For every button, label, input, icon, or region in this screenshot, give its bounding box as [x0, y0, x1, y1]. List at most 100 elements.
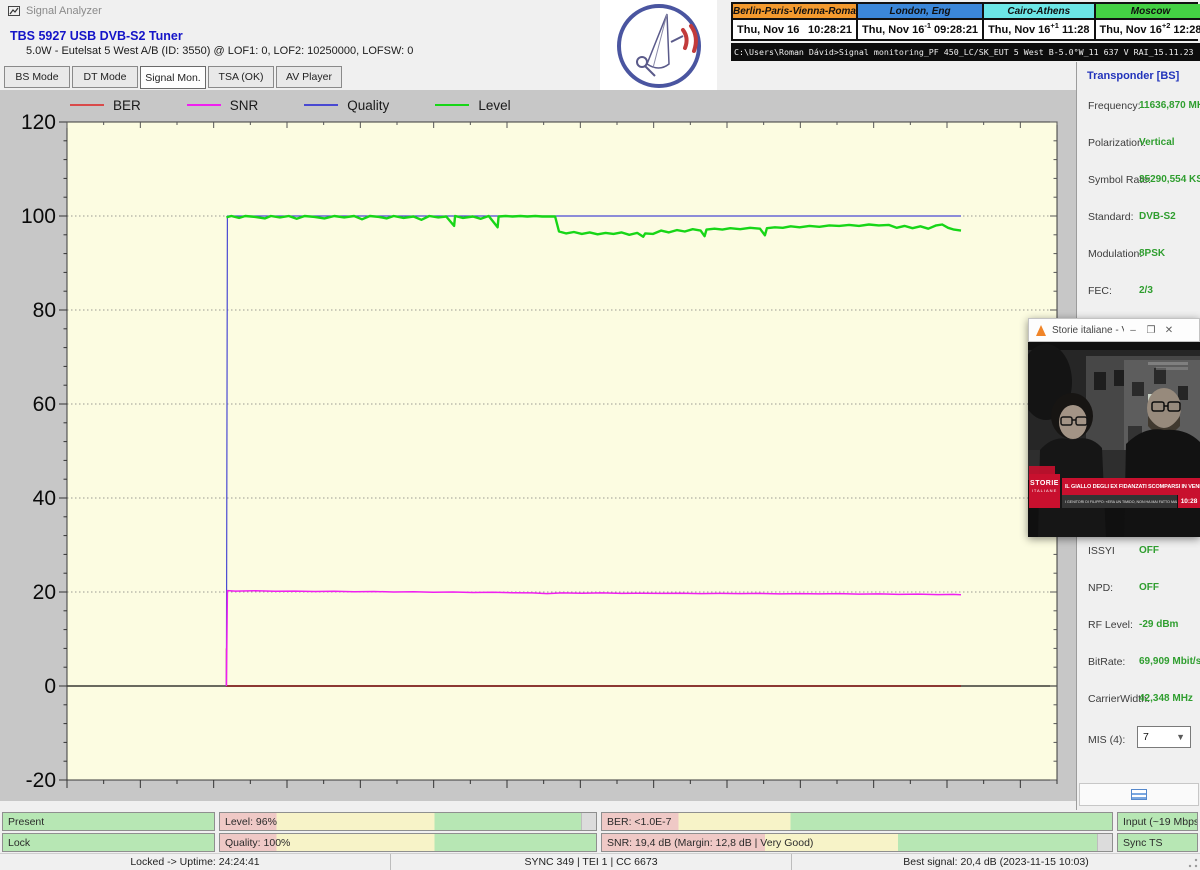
clock-time-row: Thu, Nov 1610:28:21	[733, 20, 856, 39]
y-axis-label: 40	[33, 487, 56, 510]
sidebar-row: BitRate: 69,909 Mbit/s	[1077, 656, 1200, 670]
sidebar-row-value: OFF	[1139, 545, 1159, 556]
clock-berlin-paris-vienna-roma: Berlin-Paris-Vienna-RomaThu, Nov 1610:28…	[733, 4, 856, 39]
sidebar-row-value: 11636,870 MHz	[1139, 100, 1200, 111]
sidebar-row: CarrierWidth:42,348 MHz	[1077, 693, 1200, 707]
ticker-time: 10:28	[1178, 495, 1200, 508]
meter-level: Level: 96%	[219, 812, 597, 831]
sidebar-row-label: Modulation:	[1088, 248, 1142, 260]
clock-cairo-athens: Cairo-AthensThu, Nov 16+111:28	[984, 4, 1093, 39]
clock-city-label: Berlin-Paris-Vienna-Roma	[733, 4, 856, 20]
meter-ber: BER: <1.0E-7	[601, 812, 1113, 831]
meter-label: Input (~19 Mbps)	[1123, 816, 1198, 828]
clock-utc-offset: +1	[1050, 21, 1059, 30]
sidebar-row: FEC: 2/3	[1077, 285, 1200, 299]
vlc-window: Storie italiane - VL... – ❐ ✕	[1028, 318, 1200, 537]
satellite-dish-logo-icon	[609, 2, 709, 90]
sidebar-row-value: 2/3	[1139, 285, 1153, 296]
window-titlebar[interactable]: Signal Analyzer	[0, 0, 600, 26]
vlc-cone-icon	[1036, 325, 1046, 336]
clock-city-label: Moscow	[1096, 4, 1200, 20]
sidebar-row-label: RF Level:	[1088, 619, 1133, 631]
y-axis-label: 80	[33, 299, 56, 322]
sidebar-title: Transponder [BS]	[1087, 70, 1179, 82]
sidebar-bottom-button[interactable]	[1079, 783, 1199, 806]
sidebar-row-label: Polarization:	[1088, 137, 1146, 149]
clock-time-row: Thu, Nov 16+111:28	[984, 20, 1093, 39]
statusbar-section: Locked -> Uptime: 24:24:41	[0, 854, 391, 870]
tuner-details: 5.0W - Eutelsat 5 West A/B (ID: 3550) @ …	[26, 45, 413, 57]
clock-date: Thu, Nov 16	[862, 24, 924, 36]
vlc-video-area[interactable]: STORIE ITALIANE IL GIALLO DEGLI EX FIDAN…	[1028, 342, 1200, 537]
tuner-name: TBS 5927 USB DVB-S2 Tuner	[10, 29, 183, 43]
clock-time-value: 11:28	[1062, 24, 1090, 36]
resize-grip-icon[interactable]	[1187, 857, 1199, 869]
meter-lock: Lock	[2, 833, 215, 852]
sidebar-row-value: -29 dBm	[1139, 619, 1178, 630]
sidebar-row: NPD: OFF	[1077, 582, 1200, 596]
sidebar-row-value: OFF	[1139, 582, 1159, 593]
ticker-tag	[1029, 466, 1055, 474]
clock-city-label: Cairo-Athens	[984, 4, 1093, 20]
world-clocks: Berlin-Paris-Vienna-RomaThu, Nov 1610:28…	[731, 2, 1198, 41]
y-axis-label: 60	[33, 393, 56, 416]
list-icon	[1131, 789, 1147, 800]
console-line: C:\Users\Roman Dávid>Signal monitoring_P…	[731, 43, 1200, 61]
meter-label: Present	[8, 816, 44, 828]
ticker-subline: I GENITORI DI FILIPPO: «ERA UN TIMIDO, N…	[1062, 495, 1177, 508]
meter-gradient	[602, 813, 1112, 830]
y-axis-label: 100	[21, 205, 56, 228]
clock-utc-offset: +2	[1162, 21, 1171, 30]
sidebar-row-value: 69,909 Mbit/s	[1139, 656, 1200, 667]
y-axis-label: -20	[26, 769, 56, 792]
app-icon	[8, 5, 20, 17]
tab-signal-mon-[interactable]: Signal Mon.	[140, 66, 206, 89]
sidebar-row: Standard:DVB-S2	[1077, 211, 1200, 225]
close-button[interactable]: ✕	[1160, 325, 1178, 336]
tab-dt-mode[interactable]: DT Mode	[72, 66, 138, 88]
clock-london-eng: London, Eng Thu, Nov 16-109:28:21	[858, 4, 982, 39]
meter-label: Lock	[8, 837, 30, 849]
meter-label: SNR: 19,4 dB (Margin: 12,8 dB | Very Goo…	[607, 837, 813, 849]
maximize-button[interactable]: ❐	[1142, 325, 1160, 336]
sidebar-row: RF Level: -29 dBm	[1077, 619, 1200, 633]
signal-chart-panel: BERSNRQualityLevel 120100806040200-20	[0, 90, 1076, 801]
clock-time-value: 09:28:21	[934, 24, 978, 36]
y-axis-label: 120	[21, 111, 56, 134]
mis-value: 7	[1143, 731, 1149, 743]
sidebar-row-label: BitRate:	[1088, 656, 1125, 668]
meter-snr: SNR: 19,4 dB (Margin: 12,8 dB | Very Goo…	[601, 833, 1113, 852]
tab-tsa-ok-[interactable]: TSA (OK)	[208, 66, 274, 88]
tab-bs-mode[interactable]: BS Mode	[4, 66, 70, 88]
mis-dropdown[interactable]: 7 ▼	[1137, 726, 1191, 748]
ticker-headline: IL GIALLO DEGLI EX FIDANZATI SCOMPARSI I…	[1062, 478, 1200, 495]
clock-date: Thu, Nov 16	[737, 24, 808, 36]
sidebar-row-label: Standard:	[1088, 211, 1134, 223]
meter-quality: Quality: 100%	[219, 833, 597, 852]
tab-bar: BS ModeDT ModeSignal Mon.TSA (OK)AV Play…	[4, 66, 342, 89]
meter-input-19-mbps-: Input (~19 Mbps)	[1117, 812, 1198, 831]
sidebar-row-value: 8PSK	[1139, 248, 1165, 259]
clock-city-label: London, Eng	[858, 4, 982, 20]
sidebar-row-value: 42,348 MHz	[1139, 693, 1193, 704]
sidebar-row-label: NPD:	[1088, 582, 1113, 594]
meter-unfilled	[581, 813, 596, 830]
sidebar-row-label: ISSYI	[1088, 545, 1115, 557]
sidebar-row-label: Frequency:	[1088, 100, 1141, 112]
signal-chart: 120100806040200-20	[0, 90, 1076, 801]
clock-time-value: 12:28	[1173, 24, 1200, 36]
status-bar: Locked -> Uptime: 24:24:41SYNC 349 | TEI…	[0, 853, 1200, 870]
clock-time-row: Thu, Nov 16+212:28	[1096, 20, 1200, 39]
vlc-window-title: Storie italiane - VL...	[1052, 325, 1124, 336]
sidebar-row-label: FEC:	[1088, 285, 1112, 297]
clock-date: Thu, Nov 16	[988, 24, 1050, 36]
channel-logo: STORIE ITALIANE	[1029, 474, 1060, 508]
tab-av-player[interactable]: AV Player	[276, 66, 342, 88]
meter-label: BER: <1.0E-7	[607, 816, 672, 828]
clock-utc-offset: -1	[924, 21, 931, 30]
minimize-button[interactable]: –	[1124, 325, 1142, 336]
meter-label: Quality: 100%	[225, 837, 290, 849]
vlc-titlebar[interactable]: Storie italiane - VL... – ❐ ✕	[1028, 318, 1200, 342]
sidebar-row: Polarization:Vertical	[1077, 137, 1200, 151]
y-axis-label: 0	[44, 675, 56, 698]
